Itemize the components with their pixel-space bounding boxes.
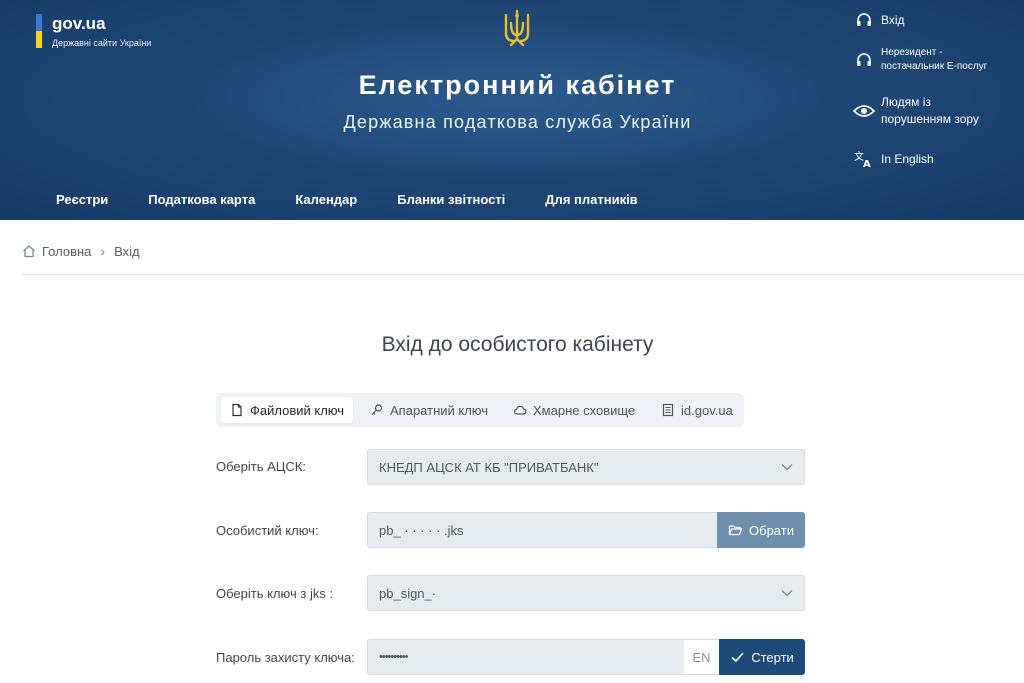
gov-subtitle: Державні сайти України — [52, 38, 152, 48]
chevron-down-icon — [770, 576, 804, 610]
divider — [22, 274, 1024, 275]
translate-icon: 文A — [853, 149, 875, 169]
login-method-tabs: Файловий ключ Апаратний ключ Хмарне схов… — [216, 393, 744, 427]
key-icon — [371, 404, 383, 415]
breadcrumb-chevron-icon: › — [100, 243, 106, 259]
ukraine-flag-icon — [36, 14, 42, 48]
tab-hardware-key[interactable]: Апаратний ключ — [370, 397, 488, 423]
svg-text:A: A — [863, 159, 871, 168]
check-icon — [731, 652, 744, 663]
nonresident-link[interactable]: Нерезидент - постачальник Е-послуг — [853, 46, 987, 74]
site-header: gov.ua Державні сайти України Електронни… — [0, 0, 1024, 220]
file-icon — [232, 403, 242, 417]
tab-cloud-storage[interactable]: Хмарне сховище — [513, 397, 635, 423]
document-icon — [662, 403, 674, 417]
accessibility-link[interactable]: Людям із порушенням зору — [853, 94, 979, 128]
private-key-input[interactable]: pb_ · · · · · .jks — [367, 512, 719, 548]
page-title: Вхід до особистого кабінету — [381, 333, 654, 356]
jks-key-value: pb_sign_· — [379, 585, 437, 601]
chevron-down-icon — [770, 450, 804, 484]
breadcrumb-current: Вхід — [114, 243, 140, 259]
cloud-icon — [513, 405, 527, 415]
tab-file-key[interactable]: Файловий ключ — [221, 397, 354, 423]
password-value: •••••••••• — [379, 651, 409, 663]
nav-tax-map[interactable]: Податкова карта — [148, 192, 255, 207]
breadcrumb: Головна › Вхід — [22, 243, 140, 259]
home-icon — [23, 245, 35, 258]
nav-for-payers[interactable]: Для платників — [545, 192, 637, 207]
login-link[interactable]: Вхід — [853, 10, 905, 30]
gov-brand: gov.ua — [52, 14, 106, 33]
keyboard-language-indicator: EN — [684, 639, 719, 675]
password-input[interactable]: •••••••••• — [367, 639, 685, 675]
folder-open-icon — [728, 525, 743, 536]
acsk-label: Оберіть АЦСК: — [216, 459, 306, 474]
nav-calendar[interactable]: Календар — [295, 192, 357, 207]
jks-key-label: Оберіть ключ з jks : — [216, 586, 334, 601]
clear-button[interactable]: Стерти — [719, 639, 805, 675]
private-key-value: pb_ · · · · · .jks — [379, 522, 464, 538]
main-nav: Реєстри Податкова карта Календар Бланки … — [56, 192, 678, 207]
jks-key-select[interactable]: pb_sign_· — [367, 575, 805, 611]
tab-id-gov-ua[interactable]: id.gov.ua — [661, 397, 733, 423]
eye-icon — [853, 101, 875, 121]
choose-file-button[interactable]: Обрати — [717, 512, 805, 548]
nav-registries[interactable]: Реєстри — [56, 192, 108, 207]
acsk-select[interactable]: КНЕДП АЦСК АТ КБ "ПРИВАТБАНК" — [367, 449, 805, 485]
gov-ua-logo[interactable]: gov.ua Державні сайти України — [36, 14, 151, 49]
nav-report-forms[interactable]: Бланки звітності — [397, 192, 505, 207]
breadcrumb-home[interactable]: Головна — [42, 244, 91, 259]
password-label: Пароль захисту ключа: — [216, 650, 355, 665]
private-key-label: Особистий ключ: — [216, 523, 319, 538]
headset-icon — [853, 10, 875, 30]
headset-icon — [853, 50, 875, 70]
english-link[interactable]: 文A In English — [853, 149, 934, 169]
trident-emblem-icon — [504, 9, 530, 47]
acsk-select-value: КНЕДП АЦСК АТ КБ "ПРИВАТБАНК" — [379, 459, 599, 475]
